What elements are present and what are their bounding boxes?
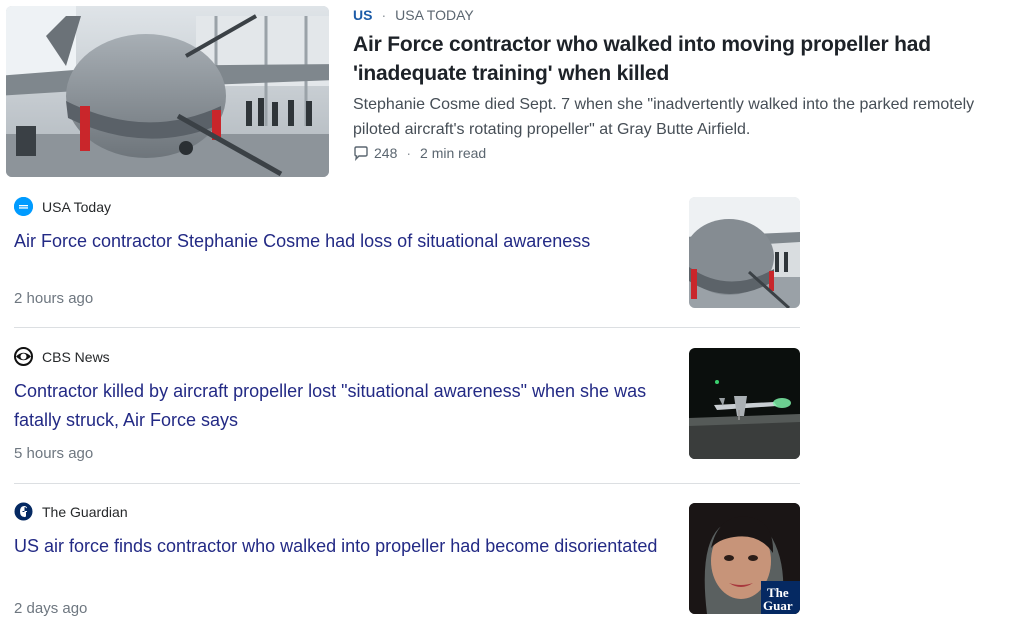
- meta-separator: ·: [381, 7, 387, 23]
- top-story-image[interactable]: [6, 6, 329, 177]
- source-name: USA Today: [42, 198, 112, 215]
- related-headline[interactable]: US air force finds contractor who walked…: [14, 532, 664, 561]
- source-name: CBS News: [42, 348, 110, 365]
- top-story-meta: US · USA TODAY: [353, 7, 474, 23]
- source-row: USA Today: [14, 197, 800, 216]
- list-divider: [14, 483, 800, 484]
- night-aircraft-photo[interactable]: [689, 348, 800, 459]
- list-item[interactable]: USA Today Air Force contractor Stephanie…: [14, 197, 800, 308]
- top-story-headline[interactable]: Air Force contractor who walked into mov…: [353, 30, 1013, 88]
- list-item[interactable]: The Guardian US air force finds contract…: [14, 502, 800, 617]
- source-name: The Guardian: [42, 503, 128, 520]
- top-story-summary: Stephanie Cosme died Sept. 7 when she "i…: [353, 96, 975, 138]
- portrait-photo[interactable]: The Guar: [689, 503, 800, 614]
- drone-photo[interactable]: [689, 197, 800, 308]
- timestamp: 2 hours ago: [14, 290, 94, 307]
- source-row: CBS News: [14, 347, 800, 366]
- stats-separator: ·: [406, 145, 412, 161]
- list-item[interactable]: CBS News Contractor killed by aircraft p…: [14, 347, 800, 462]
- guardian-watermark-text: Guar: [763, 598, 793, 613]
- read-time: 2 min read: [420, 145, 487, 161]
- related-headline[interactable]: Contractor killed by aircraft propeller …: [14, 377, 664, 435]
- timestamp: 2 days ago: [14, 600, 88, 617]
- list-divider: [14, 327, 800, 328]
- comment-count[interactable]: 248: [374, 145, 397, 161]
- publisher-name: USA TODAY: [395, 7, 474, 23]
- timestamp: 5 hours ago: [14, 445, 94, 462]
- guardian-logo-icon: [14, 502, 33, 521]
- comment-icon[interactable]: [353, 145, 369, 162]
- source-row: The Guardian: [14, 502, 800, 521]
- cbs-eye-logo-icon: [14, 347, 33, 366]
- top-story-stats: 248 · 2 min read: [353, 145, 487, 162]
- usa-today-logo-icon: [14, 197, 33, 216]
- related-headline[interactable]: Air Force contractor Stephanie Cosme had…: [14, 227, 664, 256]
- category-link[interactable]: US: [353, 7, 372, 23]
